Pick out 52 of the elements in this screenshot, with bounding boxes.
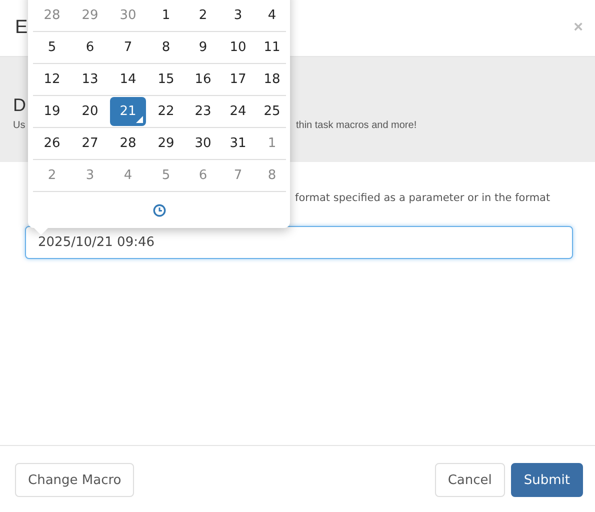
modal-title: E [15,17,28,39]
calendar-day[interactable]: 21 [110,97,146,126]
calendar-day[interactable]: 28 [110,129,146,158]
calendar-day[interactable]: 1 [254,129,290,158]
calendar-day[interactable]: 1 [148,1,184,30]
calendar-day[interactable]: 25 [254,97,290,126]
calendar-day[interactable]: 10 [220,33,256,62]
calendar-day[interactable]: 15 [148,65,184,94]
calendar-day[interactable]: 8 [148,33,184,62]
date-input-field[interactable]: 2025/10/21 09:46 [25,226,573,259]
footer-button[interactable]: Cancel [434,463,505,497]
calendar-day[interactable]: 6 [72,33,108,62]
calendar-day[interactable]: 17 [220,65,256,94]
calendar-day[interactable]: 29 [148,129,184,158]
banner-text: thin task macros and more! [296,120,418,131]
calendar-day[interactable]: 5 [148,161,184,190]
calendar-day[interactable]: 13 [72,65,108,94]
calendar-day[interactable]: 26 [34,129,70,158]
calendar-day[interactable]: 30 [185,129,221,158]
calendar-day[interactable]: 11 [254,33,290,62]
footer-button[interactable]: Change Macro [15,463,134,497]
calendar-day[interactable]: 19 [34,97,70,126]
calendar-day[interactable]: 7 [220,161,256,190]
calendar-day[interactable]: 6 [185,161,221,190]
description-text: format specified as a parameter or in the format [295,192,552,204]
calendar-day[interactable]: 23 [185,97,221,126]
calendar-day[interactable]: 2 [34,161,70,190]
calendar-day[interactable]: 2 [185,1,221,30]
calendar-day[interactable]: 4 [254,1,290,30]
banner-heading: D [13,94,26,117]
calendar-day[interactable]: 27 [72,129,108,158]
calendar-day[interactable]: 22 [148,97,184,126]
calendar-day[interactable]: 4 [110,161,146,190]
calendar-day[interactable]: 3 [72,161,108,190]
calendar-day[interactable]: 24 [220,97,256,126]
calendar-day[interactable]: 3 [220,1,256,30]
calendar-day[interactable]: 31 [220,129,256,158]
calendar-day[interactable]: 9 [185,33,221,62]
calendar-day[interactable]: 8 [254,161,290,190]
banner-text: Us [13,120,26,131]
calendar-day[interactable]: 29 [72,1,108,30]
calendar-day[interactable]: 18 [254,65,290,94]
calendar-day[interactable]: 5 [34,33,70,62]
calendar-day[interactable]: 14 [110,65,146,94]
submit-button[interactable]: Submit [510,463,583,497]
calendar-day[interactable]: 7 [110,33,146,62]
calendar-day[interactable]: 12 [34,65,70,94]
calendar-day[interactable]: 28 [34,1,70,30]
calendar-day[interactable]: 20 [72,97,108,126]
calendar-day[interactable]: 30 [110,1,146,30]
clock-icon[interactable] [153,204,166,217]
calendar-day[interactable]: 16 [185,65,221,94]
